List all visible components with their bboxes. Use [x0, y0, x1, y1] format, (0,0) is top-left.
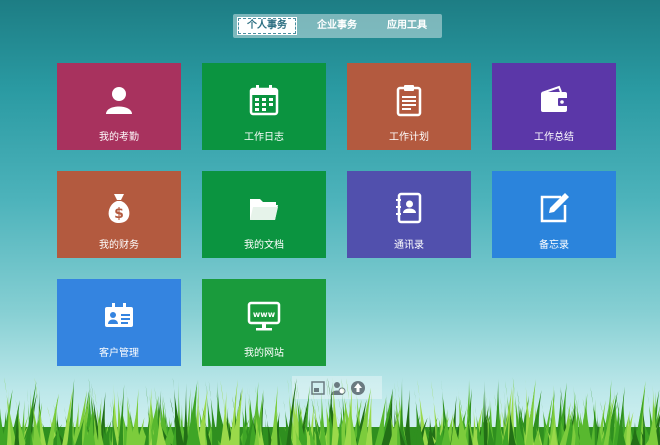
- tab-bar: 个人事务 企业事务 应用工具: [233, 14, 442, 38]
- tile-label: 工作计划: [389, 132, 429, 143]
- tile-label: 我的财务: [99, 240, 139, 251]
- tile-my-website[interactable]: www 我的网站: [202, 279, 326, 366]
- tab-enterprise-affairs[interactable]: 企业事务: [305, 17, 369, 35]
- tile-contacts[interactable]: 通讯录: [347, 171, 471, 258]
- address-book-icon: [392, 191, 426, 225]
- tile-my-finance[interactable]: $ 我的财务: [57, 171, 181, 258]
- wallet-icon: [537, 83, 571, 117]
- tile-work-summary[interactable]: 工作总结: [492, 63, 616, 150]
- user-icon: [102, 83, 136, 117]
- www-monitor-icon: www: [247, 299, 281, 333]
- clipboard-icon: [392, 83, 426, 117]
- tile-memo[interactable]: 备忘录: [492, 171, 616, 258]
- tab-personal-affairs[interactable]: 个人事务: [237, 17, 297, 35]
- tile-label: 客户管理: [99, 348, 139, 359]
- svg-text:www: www: [253, 310, 276, 319]
- id-card-icon: [102, 299, 136, 333]
- tile-work-log[interactable]: 工作日志: [202, 63, 326, 150]
- tile-label: 通讯录: [394, 240, 424, 251]
- tile-label: 工作总结: [534, 132, 574, 143]
- tile-customer-management[interactable]: 客户管理: [57, 279, 181, 366]
- tile-my-documents[interactable]: 我的文档: [202, 171, 326, 258]
- money-bag-icon: $: [102, 191, 136, 225]
- tile-label: 我的文档: [244, 240, 284, 251]
- tile-label: 我的考勤: [99, 132, 139, 143]
- tile-my-attendance[interactable]: 我的考勤: [57, 63, 181, 150]
- folder-icon: [247, 191, 281, 225]
- edit-note-icon: [537, 191, 571, 225]
- svg-text:$: $: [114, 206, 124, 222]
- tile-label: 我的网站: [244, 348, 284, 359]
- calendar-icon: [247, 83, 281, 117]
- tile-label: 工作日志: [244, 132, 284, 143]
- tile-work-plan[interactable]: 工作计划: [347, 63, 471, 150]
- tab-app-tools[interactable]: 应用工具: [376, 17, 438, 35]
- tile-label: 备忘录: [539, 240, 569, 251]
- grass-decoration: [0, 377, 660, 445]
